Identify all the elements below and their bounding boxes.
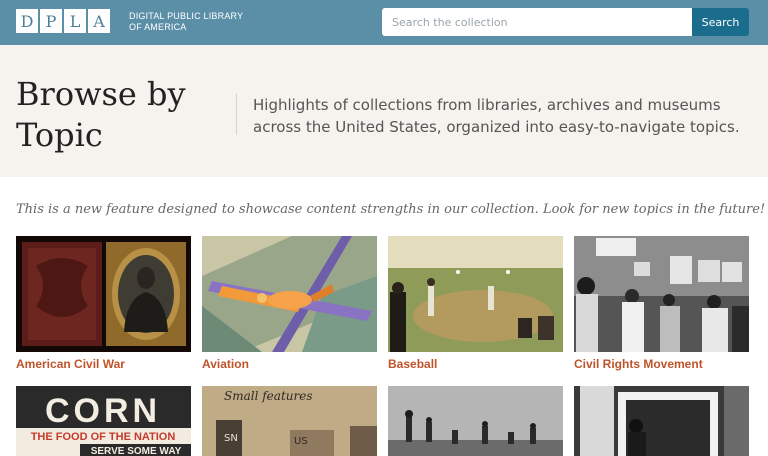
topic-card-american-civil-war[interactable]: American Civil War xyxy=(16,236,191,371)
topic-card-aviation[interactable]: Aviation xyxy=(202,236,377,371)
civil-war-portrait-image xyxy=(16,236,191,352)
corn-poster-image: CORN THE FOOD OF THE NATION SERVE SOME W… xyxy=(16,386,191,456)
search-input[interactable] xyxy=(382,8,693,36)
baseball-painting-image xyxy=(388,236,563,352)
corn-poster-subtitle: THE FOOD OF THE NATION xyxy=(31,431,176,443)
site-header: D P L A DIGITAL PUBLIC LIBRARY OF AMERIC… xyxy=(0,0,768,45)
logo-letter-d: D xyxy=(16,9,38,33)
hero-divider xyxy=(236,93,237,135)
topic-label: American Civil War xyxy=(16,357,125,371)
logo-letter-l: L xyxy=(64,9,86,33)
corn-poster-title: CORN xyxy=(45,392,161,430)
logo-wordmark-line1: DIGITAL PUBLIC LIBRARY xyxy=(129,11,244,21)
topic-label: Aviation xyxy=(202,357,249,371)
topic-card-field-workers[interactable] xyxy=(388,386,563,456)
dpla-logo[interactable]: D P L A xyxy=(16,9,112,33)
civil-rights-march-image xyxy=(574,236,749,352)
topic-card-civil-rights-movement[interactable]: Civil Rights Movement xyxy=(574,236,749,371)
logo-wordmark[interactable]: DIGITAL PUBLIC LIBRARY OF AMERICA xyxy=(129,11,243,33)
immigration-document-image: Small features SN US xyxy=(202,386,377,456)
page-title-line2: Topic xyxy=(16,116,103,154)
interior-photo-image xyxy=(574,386,749,456)
topic-card-baseball[interactable]: Baseball xyxy=(388,236,563,371)
page-title: Browse by Topic xyxy=(16,74,216,156)
topic-label: Baseball xyxy=(388,357,438,371)
logo-wordmark-line2: OF AMERICA xyxy=(129,22,187,32)
aviation-poster-image xyxy=(202,236,377,352)
intro-text: This is a new feature designed to showca… xyxy=(16,202,766,217)
topic-label: Civil Rights Movement xyxy=(574,357,703,371)
logo-letter-a: A xyxy=(88,9,110,33)
topic-card-immigration-document[interactable]: Small features SN US xyxy=(202,386,377,456)
field-workers-photo-image xyxy=(388,386,563,456)
document-script-text: Small features xyxy=(224,389,313,403)
page-title-line1: Browse by xyxy=(16,75,186,113)
hero-description: Highlights of collections from libraries… xyxy=(253,96,740,136)
hero-banner: Browse by Topic Highlights of collection… xyxy=(0,45,768,177)
topic-card-corn-poster[interactable]: CORN THE FOOD OF THE NATION SERVE SOME W… xyxy=(16,386,191,456)
corn-poster-footer: SERVE SOME WAY xyxy=(91,446,182,456)
topic-card-interior-photo[interactable] xyxy=(574,386,749,456)
document-us-text: US xyxy=(294,436,308,447)
search-button[interactable]: Search xyxy=(692,8,749,36)
document-sn-text: SN xyxy=(224,433,238,444)
logo-letter-p: P xyxy=(40,9,62,33)
